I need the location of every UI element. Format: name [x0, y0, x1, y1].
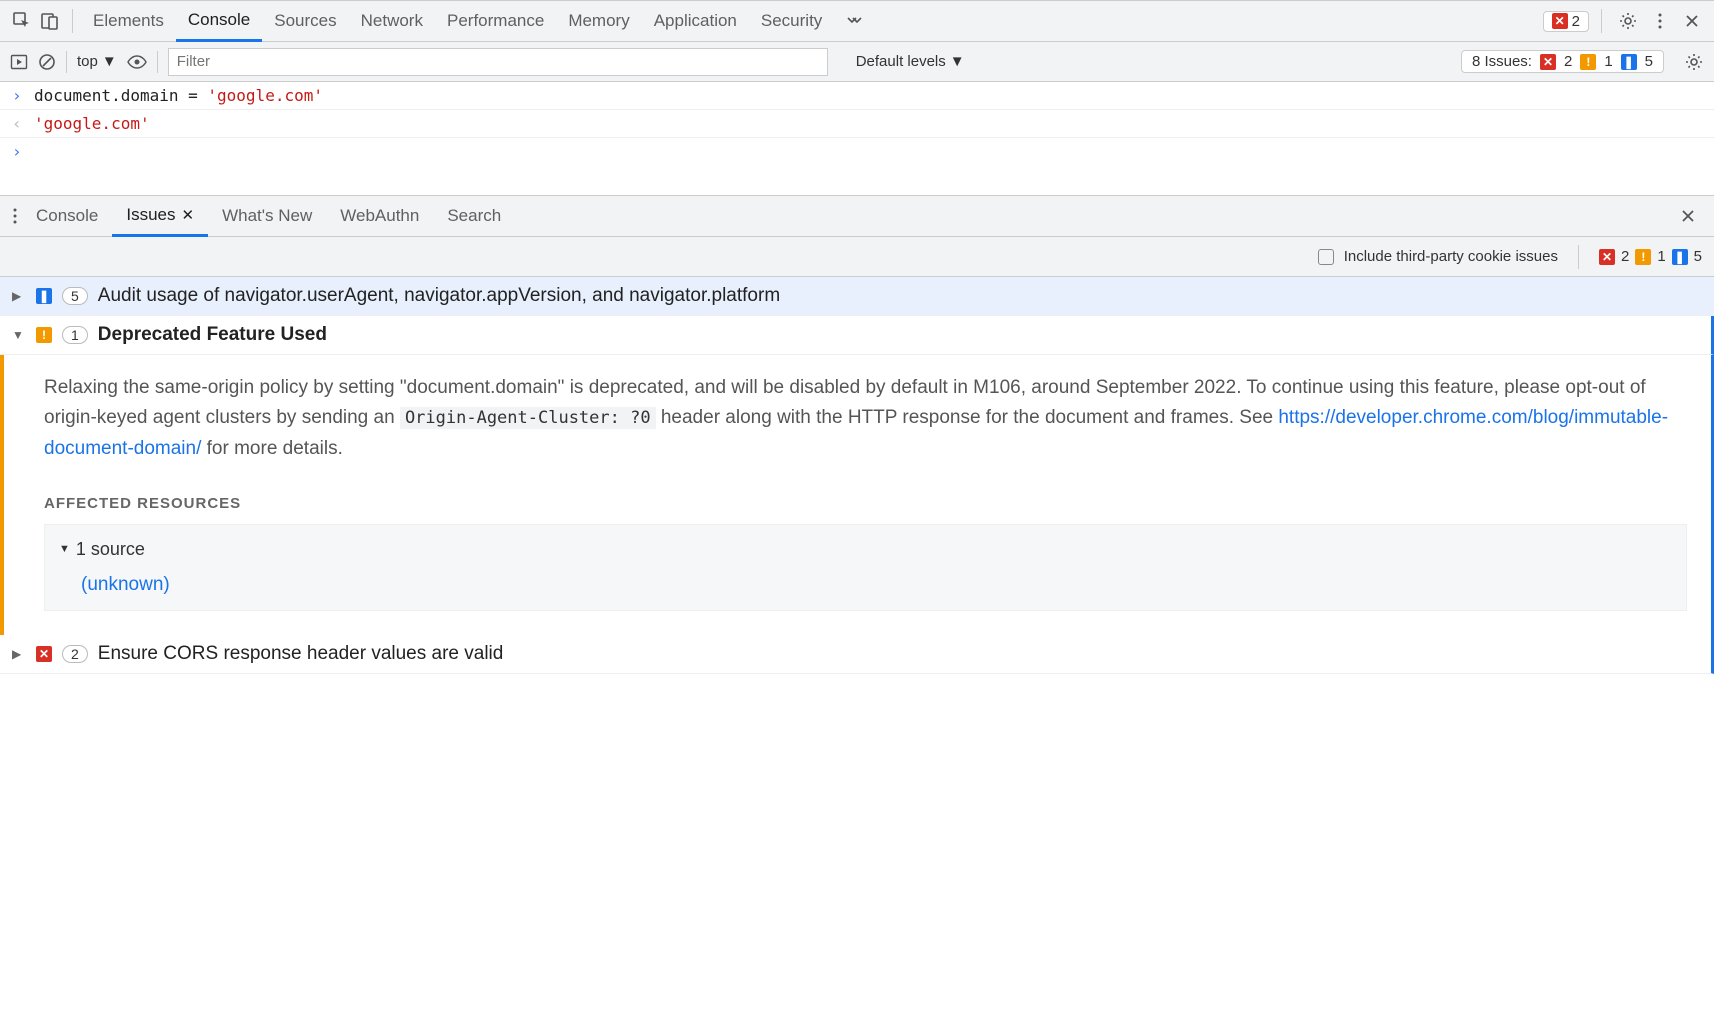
- warning-badge-icon: !: [1635, 249, 1651, 265]
- affected-resources-box: ▼ 1 source (unknown): [44, 524, 1687, 611]
- input-caret-icon: ›: [12, 86, 26, 105]
- drawer-tabs: Console Issues ✕ What's New WebAuthn Sea…: [0, 195, 1714, 237]
- issue-title: Deprecated Feature Used: [98, 324, 327, 346]
- top-error-count: 2: [1572, 13, 1580, 30]
- tab-network[interactable]: Network: [349, 0, 435, 42]
- issues-counts: ✕ 2 ! 1 ❚ 5: [1599, 248, 1702, 265]
- drawer-tab-webauthn[interactable]: WebAuthn: [326, 195, 433, 237]
- kebab-menu-icon[interactable]: [1646, 7, 1674, 35]
- issue-text-part3: for more details.: [201, 438, 343, 459]
- issue-text-part2: header along with the HTTP response for …: [656, 407, 1279, 428]
- context-selector[interactable]: top ▼: [77, 53, 117, 70]
- more-tabs-chevron-icon[interactable]: [840, 7, 868, 35]
- issue-row-cors[interactable]: ▶ ✕ 2 Ensure CORS response header values…: [0, 635, 1714, 674]
- top-error-counter[interactable]: ✕ 2: [1543, 11, 1589, 32]
- error-badge-icon: ✕: [1599, 249, 1615, 265]
- device-toolbar-icon[interactable]: [36, 7, 64, 35]
- issues-warn-count: 1: [1604, 53, 1612, 70]
- issue-title: Ensure CORS response header values are v…: [98, 643, 504, 665]
- error-badge-icon: ✕: [1552, 13, 1568, 29]
- live-expression-eye-icon[interactable]: [127, 55, 147, 69]
- console-log-area: › document.domain = 'google.com' ‹ 'goog…: [0, 82, 1714, 165]
- console-output-row: ‹ 'google.com': [0, 110, 1714, 138]
- drawer-tab-issues[interactable]: Issues ✕: [112, 195, 208, 237]
- chevron-down-icon: ▼: [950, 53, 965, 70]
- console-toolbar: top ▼ Default levels ▼ 8 Issues: ✕ 2 ! 1 ❚…: [0, 42, 1714, 82]
- issue-title: Audit usage of navigator.userAgent, navi…: [98, 285, 780, 307]
- disclosure-triangle-icon: ▶: [12, 647, 26, 661]
- issues-filter-bar: Include third-party cookie issues ✕ 2 ! 1 …: [0, 237, 1714, 277]
- settings-gear-icon[interactable]: [1614, 7, 1642, 35]
- prompt-caret-icon: ›: [12, 142, 26, 161]
- info-badge-icon: ❚: [1672, 249, 1688, 265]
- tab-memory[interactable]: Memory: [556, 0, 641, 42]
- console-prompt-row[interactable]: ›: [0, 138, 1714, 165]
- drawer-tab-whatsnew[interactable]: What's New: [208, 195, 326, 237]
- affected-source-label: 1 source: [76, 535, 145, 564]
- chevron-down-icon: ▼: [102, 53, 117, 70]
- tab-security[interactable]: Security: [749, 0, 834, 42]
- issue-row-deprecated-feature[interactable]: ▼ ! 1 Deprecated Feature Used: [0, 316, 1714, 355]
- issue-code-snippet: Origin-Agent-Cluster: ?0: [400, 407, 656, 429]
- console-settings-gear-icon[interactable]: [1684, 52, 1704, 72]
- error-badge-icon: ✕: [1540, 54, 1556, 70]
- drawer-tab-search[interactable]: Search: [433, 195, 515, 237]
- log-level-label: Default levels: [856, 53, 946, 70]
- tab-console[interactable]: Console: [176, 0, 262, 42]
- drawer-warn-count: 1: [1657, 248, 1665, 265]
- console-filter-input[interactable]: [168, 48, 828, 76]
- output-caret-icon: ‹: [12, 114, 26, 133]
- disclosure-triangle-icon: ▼: [12, 328, 26, 342]
- separator: [72, 9, 73, 33]
- devtools-main-tabs: Elements Console Sources Network Perform…: [0, 0, 1714, 42]
- console-output-value: 'google.com': [34, 114, 150, 133]
- log-level-selector[interactable]: Default levels ▼: [848, 53, 973, 70]
- console-input-row: › document.domain = 'google.com': [0, 82, 1714, 110]
- issues-summary[interactable]: 8 Issues: ✕ 2 ! 1 ❚ 5: [1461, 50, 1664, 73]
- warning-badge-icon: !: [1580, 54, 1596, 70]
- issues-err-count: 2: [1564, 53, 1572, 70]
- close-tab-icon[interactable]: ✕: [182, 206, 195, 224]
- console-input-string: 'google.com': [207, 86, 323, 105]
- tab-performance[interactable]: Performance: [435, 0, 556, 42]
- separator: [1578, 245, 1579, 269]
- tab-application[interactable]: Application: [642, 0, 749, 42]
- drawer-tab-console[interactable]: Console: [22, 195, 112, 237]
- issue-description: Relaxing the same-origin policy by setti…: [44, 373, 1687, 464]
- issue-count: 5: [62, 287, 88, 305]
- issue-row-audit-navigator[interactable]: ▶ ❚ 5 Audit usage of navigator.userAgent…: [0, 277, 1714, 316]
- drawer-tab-issues-label: Issues: [126, 205, 175, 225]
- context-label: top: [77, 53, 98, 70]
- issues-label: 8 Issues:: [1472, 53, 1532, 70]
- tab-sources[interactable]: Sources: [262, 0, 348, 42]
- drawer-err-count: 2: [1621, 248, 1629, 265]
- separator: [157, 51, 158, 73]
- execute-icon[interactable]: [10, 53, 28, 71]
- info-badge-icon: ❚: [1621, 54, 1637, 70]
- separator: [1601, 9, 1602, 33]
- affected-source-toggle[interactable]: ▼ 1 source: [59, 535, 1672, 564]
- console-input-code: document.domain =: [34, 86, 207, 105]
- warning-badge-icon: !: [36, 327, 52, 343]
- issue-count: 2: [62, 645, 88, 663]
- disclosure-triangle-icon: ▶: [12, 289, 26, 303]
- issue-body-deprecated-feature: Relaxing the same-origin policy by setti…: [0, 355, 1714, 635]
- inspect-element-icon[interactable]: [8, 7, 36, 35]
- close-devtools-icon[interactable]: [1678, 7, 1706, 35]
- drawer-kebab-icon[interactable]: [8, 206, 22, 226]
- info-badge-icon: ❚: [36, 288, 52, 304]
- issue-count: 1: [62, 326, 88, 344]
- affected-source-link[interactable]: (unknown): [59, 570, 1672, 600]
- clear-console-icon[interactable]: [38, 53, 56, 71]
- affected-resources-heading: AFFECTED RESOURCES: [44, 492, 1687, 516]
- error-badge-icon: ✕: [36, 646, 52, 662]
- issues-info-count: 5: [1645, 53, 1653, 70]
- disclosure-triangle-icon: ▼: [59, 541, 70, 559]
- include-thirdparty-label: Include third-party cookie issues: [1344, 248, 1558, 265]
- tab-elements[interactable]: Elements: [81, 0, 176, 42]
- include-thirdparty-checkbox[interactable]: [1318, 249, 1334, 265]
- drawer-info-count: 5: [1694, 248, 1702, 265]
- separator: [66, 51, 67, 73]
- close-drawer-icon[interactable]: [1670, 208, 1706, 224]
